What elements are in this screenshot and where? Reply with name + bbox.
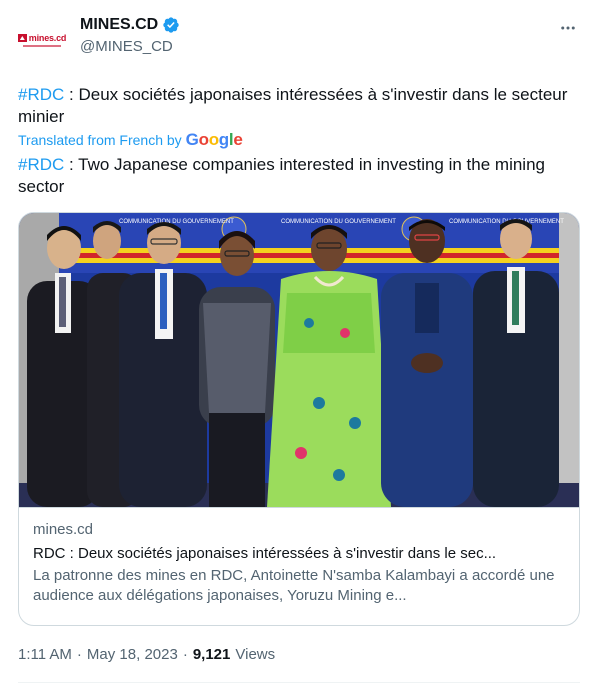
- meta-separator-2: ·: [182, 646, 188, 663]
- tweet-text: #RDC : Deux sociétés japonaises intéress…: [18, 84, 580, 128]
- link-card-image[interactable]: COMMUNICATION DU GOUVERNEMENT COMMUNICAT…: [19, 213, 579, 507]
- backdrop-text-2: COMMUNICATION DU GOUVERNEMENT: [281, 219, 396, 225]
- avatar-logo-underline: [23, 45, 61, 47]
- link-card-title: RDC : Deux sociétés japonaises intéressé…: [33, 545, 497, 562]
- author-block: MINES.CD @MINES_CD: [80, 16, 180, 55]
- verified-badge-icon: [163, 17, 179, 33]
- avatar-logo: mines.cd: [17, 33, 67, 43]
- views-label: Views: [235, 646, 276, 663]
- translated-label: Translated from French by: [18, 132, 182, 148]
- meta-separator: ·: [76, 646, 82, 663]
- tweet-translation: #RDC : Two Japanese companies interested…: [18, 154, 580, 198]
- more-dots-glyph: [561, 26, 575, 30]
- display-name[interactable]: MINES.CD: [80, 16, 158, 34]
- hashtag-link[interactable]: #RDC: [18, 85, 64, 104]
- tweet-date[interactable]: May 18, 2023: [87, 646, 178, 663]
- bottom-divider: [18, 682, 580, 683]
- more-horizontal-icon[interactable]: [558, 18, 578, 38]
- link-card-meta[interactable]: mines.cd RDC : Deux sociétés japonaises …: [19, 507, 579, 625]
- views-count: 9,121: [192, 646, 231, 663]
- translation-attribution[interactable]: Translated from French by Google: [18, 130, 243, 150]
- translation-hashtag-link[interactable]: #RDC: [18, 155, 64, 174]
- backdrop-text-1: COMMUNICATION DU GOUVERNEMENT: [119, 219, 234, 225]
- tweet-meta: 1:11 AM · May 18, 2023 · 9,121 Views: [18, 646, 275, 663]
- avatar[interactable]: mines.cd: [17, 16, 67, 64]
- link-card[interactable]: COMMUNICATION DU GOUVERNEMENT COMMUNICAT…: [18, 212, 580, 626]
- avatar-logo-text: mines.cd: [28, 33, 67, 43]
- tweet-time[interactable]: 1:11 AM: [18, 646, 72, 663]
- group-photo: COMMUNICATION DU GOUVERNEMENT COMMUNICAT…: [19, 213, 579, 507]
- link-card-description: La patronne des mines en RDC, Antoinette…: [33, 567, 555, 604]
- tweet-header: mines.cd MINES.CD @MINES_CD: [17, 14, 582, 66]
- display-name-row[interactable]: MINES.CD: [80, 16, 180, 34]
- link-card-domain: mines.cd: [33, 521, 94, 538]
- mine-logo-icon: [17, 34, 27, 42]
- tweet-original-text: : Deux sociétés japonaises intéressées à…: [18, 85, 568, 126]
- tweet-translation-text: : Two Japanese companies interested in i…: [18, 155, 545, 196]
- handle[interactable]: @MINES_CD: [80, 38, 180, 55]
- google-logo-icon: Google: [185, 130, 243, 149]
